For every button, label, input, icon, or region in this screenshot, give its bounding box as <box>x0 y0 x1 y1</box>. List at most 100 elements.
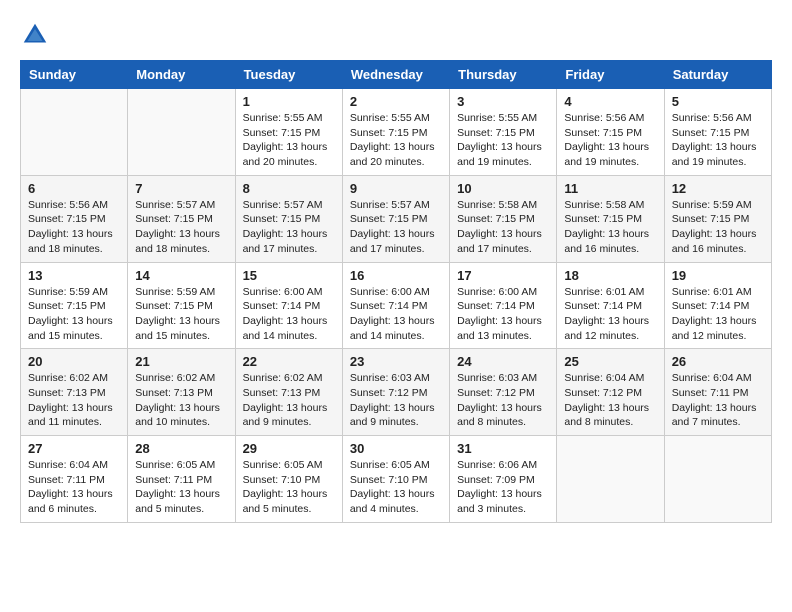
header-monday: Monday <box>128 61 235 89</box>
cell-detail: Sunrise: 5:59 AM Sunset: 7:15 PM Dayligh… <box>28 285 120 344</box>
cell-detail: Sunrise: 6:05 AM Sunset: 7:10 PM Dayligh… <box>243 458 335 517</box>
header-tuesday: Tuesday <box>235 61 342 89</box>
calendar-cell: 31 Sunrise: 6:06 AM Sunset: 7:09 PM Dayli… <box>450 436 557 523</box>
calendar-cell: 14Sunrise: 5:59 AM Sunset: 7:15 PM Dayli… <box>128 262 235 349</box>
week-row-2: 6 Sunrise: 5:56 AM Sunset: 7:15 PM Daylig… <box>21 175 772 262</box>
calendar-cell: 10 Sunrise: 5:58 AM Sunset: 7:15 PM Dayli… <box>450 175 557 262</box>
day-number: 13 <box>28 268 120 283</box>
header-sunday: Sunday <box>21 61 128 89</box>
day-number: 30 <box>350 441 442 456</box>
calendar: SundayMondayTuesdayWednesdayThursdayFrid… <box>20 60 772 523</box>
calendar-cell: 7 Sunrise: 5:57 AM Sunset: 7:15 PM Daylig… <box>128 175 235 262</box>
logo <box>20 20 54 50</box>
day-number: 21 <box>135 354 227 369</box>
calendar-cell: 8 Sunrise: 5:57 AM Sunset: 7:15 PM Daylig… <box>235 175 342 262</box>
calendar-cell: 24Sunrise: 6:03 AM Sunset: 7:12 PM Dayli… <box>450 349 557 436</box>
calendar-cell: 4 Sunrise: 5:56 AM Sunset: 7:15 PM Daylig… <box>557 89 664 176</box>
day-number: 17 <box>457 268 549 283</box>
calendar-cell: 30 Sunrise: 6:05 AM Sunset: 7:10 PM Dayli… <box>342 436 449 523</box>
calendar-cell: 29 Sunrise: 6:05 AM Sunset: 7:10 PM Dayli… <box>235 436 342 523</box>
cell-detail: Sunrise: 5:56 AM Sunset: 7:15 PM Dayligh… <box>672 111 764 170</box>
day-number: 31 <box>457 441 549 456</box>
cell-detail: Sunrise: 5:55 AM Sunset: 7:15 PM Dayligh… <box>243 111 335 170</box>
cell-detail: Sunrise: 6:02 AM Sunset: 7:13 PM Dayligh… <box>28 371 120 430</box>
day-number: 16 <box>350 268 442 283</box>
week-row-3: 13 Sunrise: 5:59 AM Sunset: 7:15 PM Dayli… <box>21 262 772 349</box>
day-number: 20 <box>28 354 120 369</box>
calendar-header-row: SundayMondayTuesdayWednesdayThursdayFrid… <box>21 61 772 89</box>
calendar-cell <box>557 436 664 523</box>
cell-detail: Sunrise: 6:02 AM Sunset: 7:13 PM Dayligh… <box>243 371 335 430</box>
calendar-cell: 16 Sunrise: 6:00 AM Sunset: 7:14 PM Dayli… <box>342 262 449 349</box>
day-number: 22 <box>243 354 335 369</box>
calendar-cell: 15 Sunrise: 6:00 AM Sunset: 7:14 PM Dayli… <box>235 262 342 349</box>
day-number: 12 <box>672 181 764 196</box>
day-number: 19 <box>672 268 764 283</box>
calendar-cell: 26 Sunrise: 6:04 AM Sunset: 7:11 PM Dayli… <box>664 349 771 436</box>
calendar-cell <box>128 89 235 176</box>
cell-detail: Sunrise: 6:06 AM Sunset: 7:09 PM Dayligh… <box>457 458 549 517</box>
header-saturday: Saturday <box>664 61 771 89</box>
calendar-cell: 22 Sunrise: 6:02 AM Sunset: 7:13 PM Dayli… <box>235 349 342 436</box>
cell-detail: Sunrise: 6:00 AM Sunset: 7:14 PM Dayligh… <box>350 285 442 344</box>
calendar-cell: 1 Sunrise: 5:55 AM Sunset: 7:15 PM Daylig… <box>235 89 342 176</box>
week-row-5: 27Sunrise: 6:04 AM Sunset: 7:11 PM Dayli… <box>21 436 772 523</box>
cell-detail: Sunrise: 6:03 AM Sunset: 7:12 PM Dayligh… <box>350 371 442 430</box>
cell-detail: Sunrise: 5:56 AM Sunset: 7:15 PM Dayligh… <box>28 198 120 257</box>
header-wednesday: Wednesday <box>342 61 449 89</box>
day-number: 7 <box>135 181 227 196</box>
day-number: 15 <box>243 268 335 283</box>
calendar-cell: 21 Sunrise: 6:02 AM Sunset: 7:13 PM Dayli… <box>128 349 235 436</box>
day-number: 9 <box>350 181 442 196</box>
day-number: 11 <box>564 181 656 196</box>
calendar-cell: 23 Sunrise: 6:03 AM Sunset: 7:12 PM Dayli… <box>342 349 449 436</box>
page-header <box>20 20 772 50</box>
cell-detail: Sunrise: 6:03 AM Sunset: 7:12 PM Dayligh… <box>457 371 549 430</box>
cell-detail: Sunrise: 5:55 AM Sunset: 7:15 PM Dayligh… <box>457 111 549 170</box>
calendar-cell: 20 Sunrise: 6:02 AM Sunset: 7:13 PM Dayli… <box>21 349 128 436</box>
day-number: 3 <box>457 94 549 109</box>
calendar-cell: 2 Sunrise: 5:55 AM Sunset: 7:15 PM Daylig… <box>342 89 449 176</box>
cell-detail: Sunrise: 5:57 AM Sunset: 7:15 PM Dayligh… <box>350 198 442 257</box>
calendar-cell: 27Sunrise: 6:04 AM Sunset: 7:11 PM Dayli… <box>21 436 128 523</box>
day-number: 26 <box>672 354 764 369</box>
calendar-cell: 9 Sunrise: 5:57 AM Sunset: 7:15 PM Daylig… <box>342 175 449 262</box>
cell-detail: Sunrise: 6:01 AM Sunset: 7:14 PM Dayligh… <box>564 285 656 344</box>
cell-detail: Sunrise: 5:57 AM Sunset: 7:15 PM Dayligh… <box>243 198 335 257</box>
calendar-cell: 11 Sunrise: 5:58 AM Sunset: 7:15 PM Dayli… <box>557 175 664 262</box>
calendar-cell: 25Sunrise: 6:04 AM Sunset: 7:12 PM Dayli… <box>557 349 664 436</box>
calendar-cell <box>21 89 128 176</box>
cell-detail: Sunrise: 5:58 AM Sunset: 7:15 PM Dayligh… <box>457 198 549 257</box>
cell-detail: Sunrise: 6:04 AM Sunset: 7:12 PM Dayligh… <box>564 371 656 430</box>
cell-detail: Sunrise: 5:58 AM Sunset: 7:15 PM Dayligh… <box>564 198 656 257</box>
calendar-cell <box>664 436 771 523</box>
cell-detail: Sunrise: 6:02 AM Sunset: 7:13 PM Dayligh… <box>135 371 227 430</box>
calendar-cell: 13 Sunrise: 5:59 AM Sunset: 7:15 PM Dayli… <box>21 262 128 349</box>
calendar-cell: 6 Sunrise: 5:56 AM Sunset: 7:15 PM Daylig… <box>21 175 128 262</box>
calendar-cell: 18Sunrise: 6:01 AM Sunset: 7:14 PM Dayli… <box>557 262 664 349</box>
calendar-cell: 5 Sunrise: 5:56 AM Sunset: 7:15 PM Daylig… <box>664 89 771 176</box>
day-number: 8 <box>243 181 335 196</box>
day-number: 4 <box>564 94 656 109</box>
cell-detail: Sunrise: 5:59 AM Sunset: 7:15 PM Dayligh… <box>672 198 764 257</box>
cell-detail: Sunrise: 6:00 AM Sunset: 7:14 PM Dayligh… <box>243 285 335 344</box>
day-number: 1 <box>243 94 335 109</box>
header-thursday: Thursday <box>450 61 557 89</box>
day-number: 14 <box>135 268 227 283</box>
cell-detail: Sunrise: 5:55 AM Sunset: 7:15 PM Dayligh… <box>350 111 442 170</box>
day-number: 6 <box>28 181 120 196</box>
week-row-4: 20 Sunrise: 6:02 AM Sunset: 7:13 PM Dayli… <box>21 349 772 436</box>
cell-detail: Sunrise: 6:04 AM Sunset: 7:11 PM Dayligh… <box>672 371 764 430</box>
day-number: 23 <box>350 354 442 369</box>
cell-detail: Sunrise: 5:57 AM Sunset: 7:15 PM Dayligh… <box>135 198 227 257</box>
calendar-cell: 12 Sunrise: 5:59 AM Sunset: 7:15 PM Dayli… <box>664 175 771 262</box>
cell-detail: Sunrise: 6:05 AM Sunset: 7:10 PM Dayligh… <box>350 458 442 517</box>
calendar-cell: 17Sunrise: 6:00 AM Sunset: 7:14 PM Dayli… <box>450 262 557 349</box>
day-number: 5 <box>672 94 764 109</box>
day-number: 29 <box>243 441 335 456</box>
calendar-cell: 28Sunrise: 6:05 AM Sunset: 7:11 PM Dayli… <box>128 436 235 523</box>
day-number: 10 <box>457 181 549 196</box>
day-number: 2 <box>350 94 442 109</box>
cell-detail: Sunrise: 5:56 AM Sunset: 7:15 PM Dayligh… <box>564 111 656 170</box>
day-number: 28 <box>135 441 227 456</box>
